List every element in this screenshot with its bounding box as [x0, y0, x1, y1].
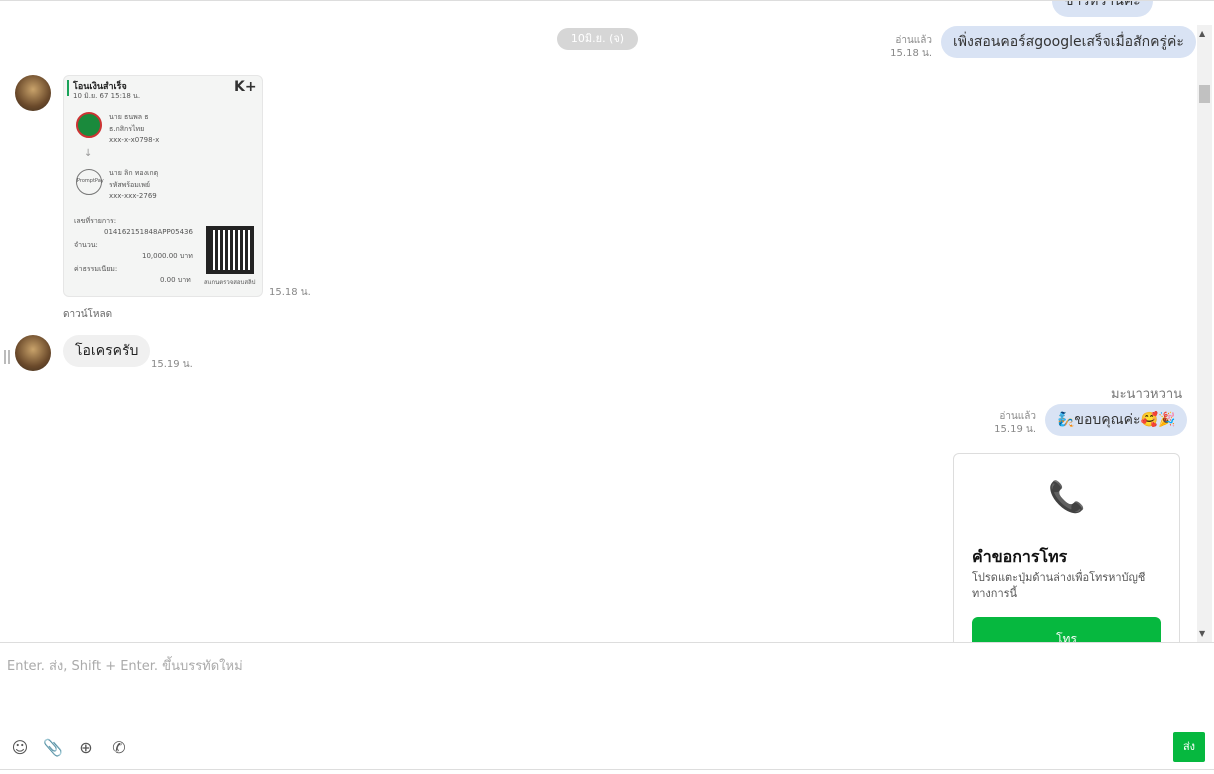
- drag-handle[interactable]: [4, 350, 10, 364]
- scroll-thumb[interactable]: [1199, 85, 1210, 103]
- emoji-icon[interactable]: ☺: [10, 738, 30, 758]
- message-bubble: 🧞ขอบคุณค่ะ🥰🎉: [1045, 404, 1188, 436]
- message-composer[interactable]: Enter. ส่ง, Shift + Enter. ขึ้นบรรทัดใหม…: [0, 642, 1214, 770]
- kbank-logo-icon: [76, 112, 102, 138]
- scrollbar[interactable]: [1197, 25, 1212, 642]
- message-meta: อ่านแล้ว 15.18 น.: [890, 35, 932, 59]
- transfer-slip-image[interactable]: โอนเงินสำเร็จ 10 มิ.ย. 67 15:18 น. K+ นา…: [63, 75, 263, 297]
- attachment-icon[interactable]: 📎: [43, 738, 63, 758]
- call-icon[interactable]: ✆: [109, 738, 129, 758]
- call-button[interactable]: โทร: [972, 617, 1161, 642]
- message-input[interactable]: Enter. ส่ง, Shift + Enter. ขึ้นบรรทัดใหม…: [7, 655, 243, 676]
- message-bubble: เพิ่งสอนคอร์สgoogleเสร็จเมื่อสักครู่ค่ะ: [941, 26, 1196, 58]
- message-list: ขาวหวานค่ะ 10มิ.ย. (จ) อ่านแล้ว 15.18 น. …: [0, 0, 1214, 642]
- avatar[interactable]: [15, 75, 51, 111]
- qr-code: [206, 226, 254, 274]
- message-bubble-cut: ขาวหวานค่ะ: [1052, 1, 1153, 17]
- date-divider: 10มิ.ย. (จ): [557, 28, 638, 50]
- message-bubble: โอเครครับ: [63, 335, 151, 367]
- scroll-up-icon[interactable]: ▲: [1199, 29, 1205, 38]
- arrow-down-icon: ↓: [84, 148, 93, 159]
- send-button[interactable]: ส่ง: [1173, 732, 1205, 762]
- phone-icon: 📞: [1048, 480, 1086, 515]
- avatar[interactable]: [15, 335, 51, 371]
- download-link[interactable]: ดาวน์โหลด: [63, 307, 112, 322]
- message-meta: อ่านแล้ว 15.19 น.: [994, 411, 1036, 435]
- call-request-card: 📞 คำขอการโทร โปรดแตะปุ่มด้านล่างเพื่อโทร…: [953, 453, 1180, 642]
- add-icon[interactable]: ⊕: [76, 738, 96, 758]
- scroll-down-icon[interactable]: ▼: [1199, 629, 1205, 638]
- sender-name: มะนาวหวาน: [1111, 387, 1183, 402]
